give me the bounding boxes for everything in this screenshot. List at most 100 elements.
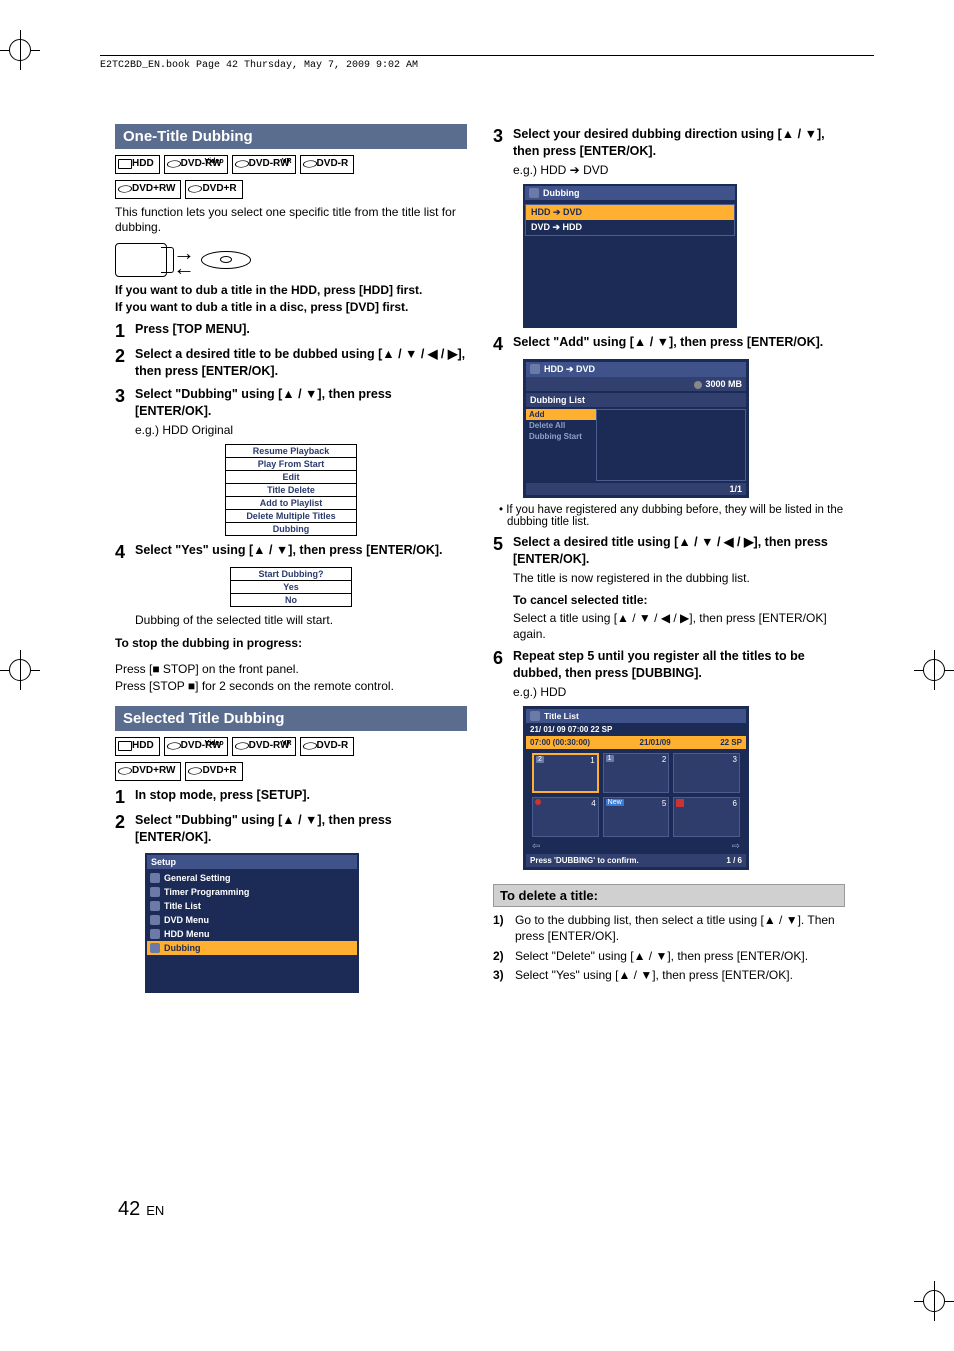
dubbing-icon bbox=[150, 943, 160, 953]
menu-item: Title Delete bbox=[226, 484, 356, 497]
hdd-disc-illustration: →← bbox=[115, 243, 467, 277]
dubbing-left-item: Delete All bbox=[526, 420, 596, 431]
badge-dvd+rw: DVD+RW bbox=[115, 762, 181, 781]
dubbing-left-item: Dubbing Start bbox=[526, 431, 596, 442]
title-cell: 12 bbox=[603, 753, 670, 793]
step-text: Select your desired dubbing direction us… bbox=[513, 126, 845, 178]
step-text: Select a desired title to be dubbed usin… bbox=[135, 346, 467, 380]
dubbing-menu-title: Dubbing bbox=[543, 188, 580, 198]
setup-item: DVD Menu bbox=[147, 913, 357, 927]
step-text: Select "Yes" using [▲ / ▼], then press [… bbox=[135, 542, 467, 561]
tl-page-indicator: 1 / 6 bbox=[726, 856, 742, 865]
delete-title-heading: To delete a title: bbox=[493, 884, 845, 907]
after-step4: Dubbing of the selected title will start… bbox=[135, 613, 467, 628]
dubbing-list-footer: 1/1 bbox=[526, 483, 746, 495]
setup-menu-title: Setup bbox=[147, 855, 357, 869]
badge-dvd+r: DVD+R bbox=[185, 180, 242, 199]
dubbing-left-add: Add bbox=[526, 409, 596, 420]
title-list-header: Title List bbox=[544, 711, 579, 721]
tl-meta-line1: 21/ 01/ 09 07:00 22 SP bbox=[530, 725, 612, 734]
step-number: 1 bbox=[115, 787, 135, 806]
function-intro: This function lets you select one specif… bbox=[115, 205, 467, 235]
tl-meta-date: 21/01/09 bbox=[640, 738, 671, 747]
badge-dvd-r: DVD-R bbox=[300, 155, 355, 174]
hdd-icon bbox=[115, 243, 167, 277]
left-arrow-icon: ⇦ bbox=[532, 841, 540, 852]
setup-item: General Setting bbox=[147, 871, 357, 885]
start-dubbing-prompt: Start Dubbing? Yes No bbox=[230, 567, 352, 607]
title-cell: New5 bbox=[603, 797, 670, 837]
stop-heading: To stop the dubbing in progress: bbox=[115, 636, 467, 650]
step-number: 2 bbox=[115, 812, 135, 846]
setup-menu: Setup General Setting Timer Programming … bbox=[145, 853, 359, 993]
bidirectional-arrow-icon: →← bbox=[173, 245, 195, 276]
substep-text: Select "Delete" using [▲ / ▼], then pres… bbox=[515, 949, 845, 965]
dubbing-icon bbox=[529, 188, 539, 198]
setup-item: Timer Programming bbox=[147, 885, 357, 899]
hdd-icon bbox=[150, 929, 160, 939]
media-badges-row: HDD DVD-RWVideo DVD-RWVR DVD-R bbox=[115, 155, 467, 174]
right-arrow-icon: ⇨ bbox=[732, 841, 740, 852]
dubbing-list-header: Dubbing List bbox=[526, 393, 746, 407]
dubbing-direction-menu: Dubbing HDD ➔ DVD DVD ➔ HDD bbox=[523, 184, 737, 328]
disc-icon bbox=[150, 915, 160, 925]
list-icon bbox=[150, 901, 160, 911]
media-badges-row: HDD DVD-RWVideo DVD-RWVR DVD-R bbox=[115, 737, 467, 756]
substep-text: Select "Yes" using [▲ / ▼], then press [… bbox=[515, 968, 845, 984]
setup-item-selected: Dubbing bbox=[147, 941, 357, 955]
tl-meta-time: 07:00 (00:30:00) bbox=[530, 738, 590, 747]
registration-mark bbox=[914, 1281, 954, 1321]
step-text: Select "Add" using [▲ / ▼], then press [… bbox=[513, 334, 845, 353]
step-number: 4 bbox=[115, 542, 135, 561]
badge-dvd-rw-video: DVD-RWVideo bbox=[164, 155, 228, 174]
tl-footer-text: Press 'DUBBING' to confirm. bbox=[530, 856, 639, 865]
step-text: Repeat step 5 until you register all the… bbox=[513, 648, 845, 700]
setup-item: Title List bbox=[147, 899, 357, 913]
page-number: 42EN bbox=[118, 1198, 164, 1221]
capacity-indicator: 3000 MB bbox=[526, 377, 746, 391]
tl-meta-mode: 22 SP bbox=[720, 738, 742, 747]
badge-hdd: HDD bbox=[115, 737, 160, 756]
dubbing-list-empty bbox=[596, 409, 746, 481]
badge-dvd-rw-vr: DVD-RWVR bbox=[232, 155, 296, 174]
dubbing-icon bbox=[530, 364, 540, 374]
title-cell: 21 bbox=[532, 753, 599, 793]
substep-number: 2) bbox=[493, 949, 515, 965]
menu-item: Dubbing bbox=[226, 523, 356, 535]
title-cell: 6 bbox=[673, 797, 740, 837]
step-text: Press [TOP MENU]. bbox=[135, 321, 467, 340]
substep-number: 1) bbox=[493, 913, 515, 944]
hdd-original-menu: Resume Playback Play From Start Edit Tit… bbox=[225, 444, 357, 536]
menu-item: Edit bbox=[226, 471, 356, 484]
timer-icon bbox=[150, 887, 160, 897]
note-hdd-first: If you want to dub a title in the HDD, p… bbox=[115, 283, 467, 298]
dub-option: DVD ➔ HDD bbox=[526, 220, 734, 235]
step-number: 5 bbox=[493, 534, 513, 643]
media-badges-row-2: DVD+RW DVD+R bbox=[115, 180, 467, 199]
disk-icon bbox=[694, 381, 702, 389]
step-number: 3 bbox=[493, 126, 513, 178]
note-dvd-first: If you want to dub a title in a disc, pr… bbox=[115, 300, 467, 315]
badge-hdd: HDD bbox=[115, 155, 160, 174]
step-number: 1 bbox=[115, 321, 135, 340]
step-text: Select "Dubbing" using [▲ / ▼], then pre… bbox=[135, 812, 467, 846]
badge-dvd-rw-vr: DVD-RWVR bbox=[232, 737, 296, 756]
dubbing-list-screen: HDD ➔ DVD 3000 MB Dubbing List Add Delet… bbox=[523, 359, 749, 498]
badge-dvd+r: DVD+R bbox=[185, 762, 242, 781]
registration-mark bbox=[914, 650, 954, 690]
title-cell: 3 bbox=[673, 753, 740, 793]
prompt-title: Start Dubbing? bbox=[231, 568, 351, 581]
section-one-title-dubbing: One-Title Dubbing bbox=[115, 124, 467, 149]
menu-item: Play From Start bbox=[226, 458, 356, 471]
substep-text: Go to the dubbing list, then select a ti… bbox=[515, 913, 845, 944]
list-icon bbox=[530, 711, 540, 721]
book-header: E2TC2BD_EN.book Page 42 Thursday, May 7,… bbox=[100, 55, 874, 71]
setup-item: HDD Menu bbox=[147, 927, 357, 941]
step-number: 2 bbox=[115, 346, 135, 380]
badge-dvd-r: DVD-R bbox=[300, 737, 355, 756]
menu-item: Add to Playlist bbox=[226, 497, 356, 510]
stop-line2: Press [STOP ■] for 2 seconds on the remo… bbox=[115, 679, 467, 694]
menu-item: Resume Playback bbox=[226, 445, 356, 458]
media-badges-row-2: DVD+RW DVD+R bbox=[115, 762, 467, 781]
registration-mark bbox=[0, 650, 40, 690]
